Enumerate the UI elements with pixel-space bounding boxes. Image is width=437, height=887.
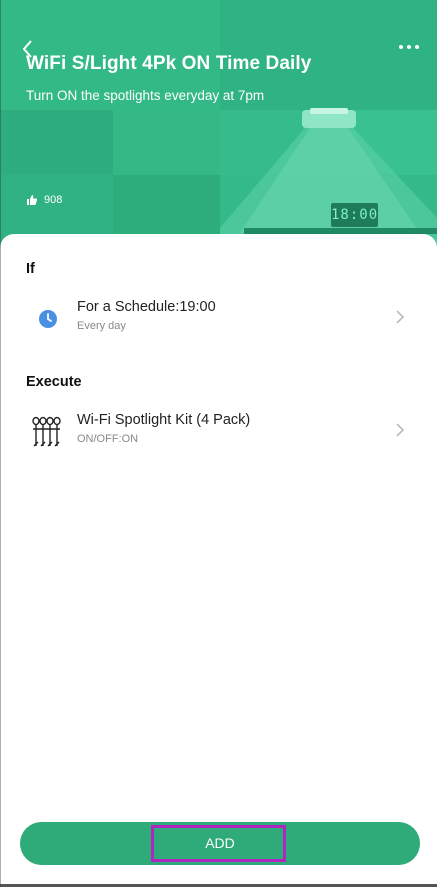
scene-header: 18:00 WiFi S/Light 4Pk ON Time Daily Tur… (0, 0, 437, 250)
scene-details-card: If For a Schedule:19:00 Every day Execut… (0, 234, 437, 887)
condition-detail: Every day (77, 320, 126, 332)
clock-icon (39, 310, 57, 328)
thumbs-up-icon (27, 195, 38, 205)
action-detail: ON/OFF:ON (77, 433, 139, 445)
likes-value: 908 (44, 194, 63, 206)
left-edge (0, 0, 1, 887)
action-row[interactable]: Wi-Fi Spotlight Kit (4 Pack) ON/OFF:ON (0, 402, 437, 462)
likes-count[interactable]: 908 (26, 194, 62, 206)
spotlight-kit-icon (32, 416, 61, 447)
action-title: Wi-Fi Spotlight Kit (4 Pack) (77, 412, 251, 428)
more-options-button[interactable] (397, 38, 421, 56)
scene-description: Turn ON the spotlights everyday at 7pm (26, 88, 265, 103)
execute-section-title: Execute (26, 374, 82, 390)
chevron-right-icon (396, 310, 405, 324)
chevron-right-icon (396, 423, 405, 437)
more-icon (399, 45, 419, 49)
bg-tile (113, 110, 220, 175)
if-section-title: If (26, 261, 35, 277)
bg-tile (0, 110, 113, 175)
clock-display: 18:00 (331, 203, 378, 227)
condition-row[interactable]: For a Schedule:19:00 Every day (0, 289, 437, 349)
add-button[interactable]: ADD (20, 822, 420, 865)
scene-title: WiFi S/Light 4Pk ON Time Daily (26, 53, 312, 74)
condition-title: For a Schedule:19:00 (77, 299, 216, 315)
